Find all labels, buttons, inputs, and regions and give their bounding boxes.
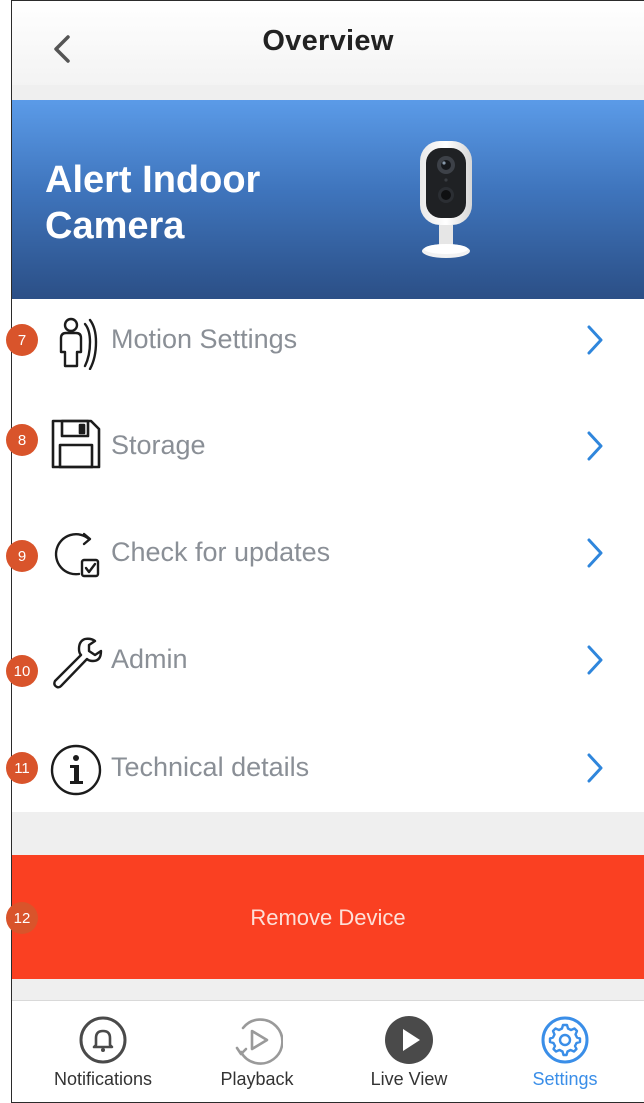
callout-badge: 11 [6, 752, 38, 784]
chevron-right-icon [587, 645, 603, 675]
indoor-camera-image [420, 141, 472, 258]
callout-badge: 9 [6, 540, 38, 572]
chevron-right-icon [587, 538, 603, 568]
menu-label: Admin [111, 644, 188, 674]
update-check-icon [54, 532, 100, 578]
chevron-right-icon [587, 431, 603, 461]
info-icon [50, 744, 102, 796]
callout-badge: 8 [6, 424, 38, 456]
play-circle-icon [385, 1016, 433, 1064]
floppy-disk-icon [51, 419, 101, 469]
remove-device-label: Remove Device [250, 905, 406, 930]
settings-menu: Motion Settings Storage Check for update… [12, 299, 644, 812]
tab-label: Settings [532, 1069, 598, 1089]
menu-item-motion-settings[interactable]: Motion Settings [12, 299, 644, 399]
device-banner: Alert Indoor Camera [12, 100, 644, 299]
tab-label: Notifications [53, 1069, 153, 1089]
menu-item-check-for-updates[interactable]: Check for updates [12, 512, 644, 612]
callout-badge: 10 [6, 655, 38, 687]
menu-item-storage[interactable]: Storage [12, 405, 644, 505]
tab-notifications[interactable]: Notifications [40, 1001, 166, 1102]
menu-item-admin[interactable]: Admin [12, 619, 644, 719]
tab-playback[interactable]: Playback [202, 1001, 312, 1102]
chevron-right-icon [587, 325, 603, 355]
tab-settings[interactable]: Settings [510, 1001, 620, 1102]
menu-label: Check for updates [111, 537, 331, 567]
device-name: Alert Indoor Camera [45, 159, 261, 247]
callout-badge: 12 [6, 902, 38, 934]
tab-label: Playback [220, 1069, 294, 1089]
callout-badge: 7 [6, 324, 38, 356]
app-frame: Overview Alert Indoor Camera Motion Sett… [11, 0, 644, 1103]
motion-person-icon [59, 317, 98, 370]
tab-label: Live View [370, 1069, 448, 1089]
tab-bar: Notifications Playback Live View Setting… [12, 1000, 644, 1102]
menu-label: Storage [111, 430, 206, 460]
header: Overview [12, 1, 644, 85]
bell-icon [79, 1016, 127, 1064]
gear-icon [541, 1016, 589, 1064]
menu-label: Technical details [111, 752, 310, 782]
playback-icon [235, 1018, 283, 1065]
menu-label: Motion Settings [111, 324, 298, 354]
tab-live-view[interactable]: Live View [354, 1001, 464, 1102]
menu-item-technical-details[interactable]: Technical details [12, 726, 644, 826]
remove-device-button[interactable]: Remove Device [12, 855, 644, 979]
chevron-right-icon [587, 753, 603, 783]
page-title: Overview [262, 25, 394, 57]
wrench-icon [53, 637, 103, 689]
